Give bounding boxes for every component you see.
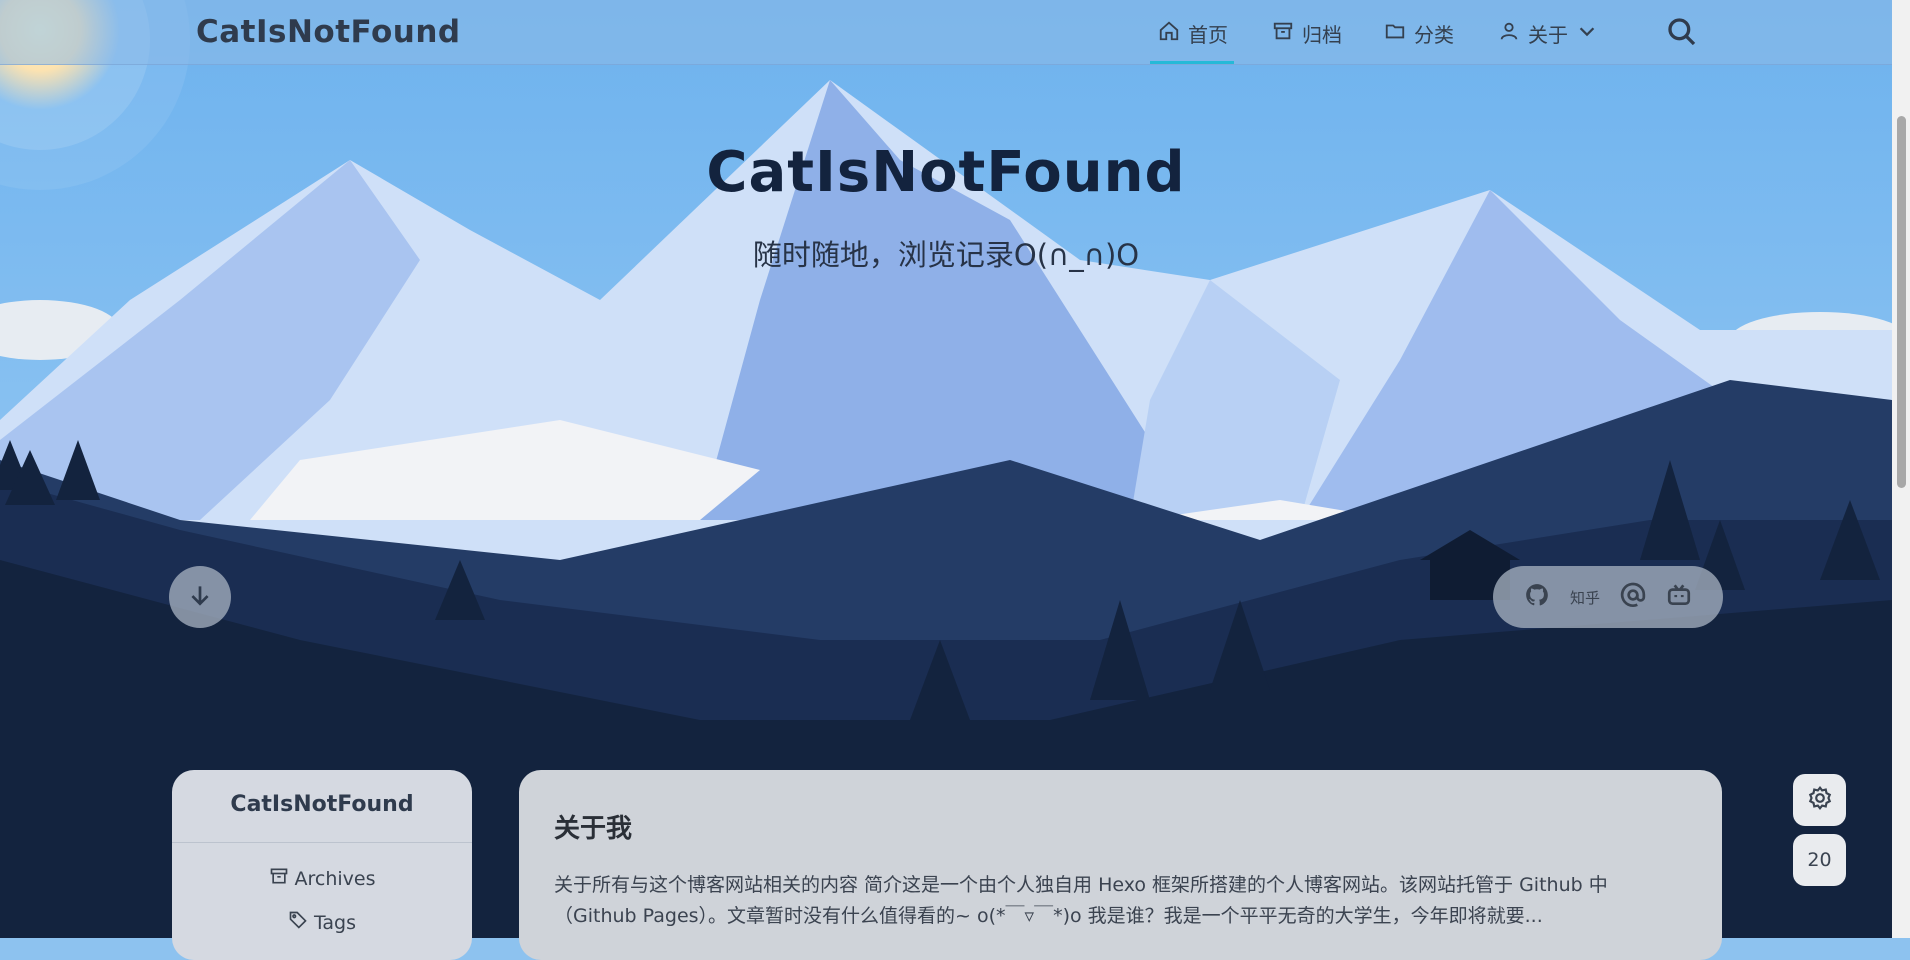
archive-icon xyxy=(269,866,289,891)
nav-categories[interactable]: 分类 xyxy=(1384,18,1454,48)
archive-icon xyxy=(1272,20,1294,47)
hero-title: CatIsNotFound xyxy=(706,140,1186,205)
nav-about-label: 关于 xyxy=(1528,22,1568,47)
about-title[interactable]: 关于我 xyxy=(554,808,632,845)
nav-archive-label: 归档 xyxy=(1302,22,1342,47)
profile-link-archives[interactable]: Archives xyxy=(172,866,472,891)
top-navbar: CatIsNotFound 首页 归档 分类 关于 xyxy=(0,0,1892,65)
home-icon xyxy=(1158,20,1180,47)
profile-link-tags[interactable]: Tags xyxy=(172,910,472,935)
scroll-progress-counter[interactable]: 20 xyxy=(1793,834,1846,886)
settings-button[interactable] xyxy=(1793,774,1846,826)
hero-subtitle: 随时随地，浏览记录O(∩_∩)O xyxy=(752,238,1140,272)
email-icon[interactable] xyxy=(1620,582,1646,612)
nav-about[interactable]: 关于 xyxy=(1498,18,1598,48)
site-brand[interactable]: CatIsNotFound xyxy=(196,14,461,50)
chevron-down-icon xyxy=(1576,20,1598,47)
tag-icon xyxy=(288,910,308,935)
nav-active-indicator xyxy=(1150,61,1234,64)
social-links: 知乎 xyxy=(1493,566,1723,628)
about-card[interactable]: 关于我 关于所有与这个博客网站相关的内容 简介这是一个由个人独自用 Hexo 框… xyxy=(519,770,1722,960)
zhihu-link[interactable]: 知乎 xyxy=(1570,587,1600,608)
profile-link-tags-label: Tags xyxy=(313,911,357,934)
scroll-down-button[interactable] xyxy=(169,566,231,628)
nav-categories-label: 分类 xyxy=(1414,22,1454,47)
profile-link-archives-label: Archives xyxy=(294,867,376,890)
search-icon xyxy=(1666,18,1698,52)
profile-name: CatIsNotFound xyxy=(230,792,414,817)
bilibili-icon[interactable] xyxy=(1666,582,1692,612)
gear-icon xyxy=(1807,785,1833,816)
user-icon xyxy=(1498,20,1520,47)
nav-home[interactable]: 首页 xyxy=(1158,18,1228,48)
folder-icon xyxy=(1384,20,1406,47)
scrollbar-thumb[interactable] xyxy=(1897,116,1906,488)
profile-card: CatIsNotFound Archives Tags xyxy=(172,770,472,960)
arrow-down-icon xyxy=(187,582,213,612)
search-button[interactable] xyxy=(1666,16,1698,48)
about-excerpt: 关于所有与这个博客网站相关的内容 简介这是一个由个人独自用 Hexo 框架所搭建… xyxy=(554,874,1608,927)
nav-archive[interactable]: 归档 xyxy=(1272,18,1342,48)
profile-divider xyxy=(172,842,472,843)
nav-home-label: 首页 xyxy=(1188,22,1228,47)
github-icon[interactable] xyxy=(1524,582,1550,612)
